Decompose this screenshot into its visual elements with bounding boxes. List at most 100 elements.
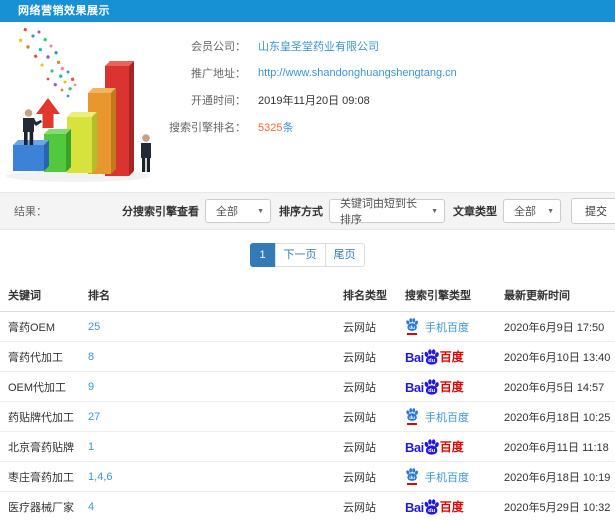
article-type-label: 文章类型 xyxy=(453,206,497,218)
svg-text:du: du xyxy=(428,508,436,514)
rank-type-cell: 云网站 xyxy=(343,371,405,402)
engine-cell: du 手机百度 xyxy=(405,461,504,492)
baidu-paw-icon: du xyxy=(424,349,439,365)
promo-url-link[interactable]: http://www.shandonghuangshengtang.cn xyxy=(258,67,457,79)
open-time-value: 2019年11月20日 09:08 xyxy=(258,94,370,107)
info-rows: 会员公司： 山东皇圣堂药业有限公司 推广地址： http://www.shand… xyxy=(168,32,457,140)
baidu-paw-icon: du xyxy=(405,318,419,335)
engine-cell: du 手机百度 xyxy=(405,401,504,432)
table-row: 医疗器械厂家 4 云网站 Bai du 百度 2020年5月29日 10:32 xyxy=(0,491,615,520)
svg-text:du: du xyxy=(409,475,415,481)
result-label: 结果： xyxy=(14,206,47,218)
table-row: 药贴牌代加工 27 云网站 du 手机百度 2020年6月18日 10:25 xyxy=(0,401,615,432)
rank-link[interactable]: 8 xyxy=(88,341,343,372)
baidu-pc-logo: Bai du 百度 xyxy=(405,348,464,365)
mobile-baidu-label: 手机百度 xyxy=(425,471,469,484)
company-label: 会员公司： xyxy=(191,40,246,53)
table-row: OEM代加工 9 云网站 Bai du 百度 2020年6月5日 14:57 xyxy=(0,371,615,402)
col-updated: 最新更新时间 xyxy=(504,279,615,312)
rank-link[interactable]: 25 xyxy=(88,311,343,342)
rank-link[interactable]: 1,4,6 xyxy=(88,461,343,492)
svg-text:du: du xyxy=(428,388,436,394)
open-time-row: 开通时间： 2019年11月20日 09:08 xyxy=(168,86,457,113)
baidu-bai-text: Bai xyxy=(405,350,424,365)
rank-unit: 条 xyxy=(282,121,294,134)
rank-link[interactable]: 4 xyxy=(88,491,343,520)
baidu-bai-text: Bai xyxy=(405,500,424,515)
engine-select[interactable]: 全部 ▼ xyxy=(205,199,271,223)
engine-cell: Bai du 百度 xyxy=(405,341,504,372)
svg-text:du: du xyxy=(409,415,415,421)
sort-select-value: 关键词由短到长排序 xyxy=(340,198,417,226)
engine-rank-row: 搜索引擎排名： 5325条 xyxy=(168,113,457,140)
businessman-left xyxy=(23,109,42,145)
svg-text:du: du xyxy=(428,358,436,364)
keyword-cell: OEM代加工 xyxy=(0,371,88,402)
page-current[interactable]: 1 xyxy=(249,243,276,267)
keyword-cell: 北京膏药贴牌 xyxy=(0,431,88,462)
baidu-bai-text: Bai xyxy=(405,440,424,455)
table-body: 膏药OEM 25 云网站 du 手机百度 2020年6月9日 17:50 膏药代… xyxy=(0,311,615,520)
engine-cell: du 手机百度 xyxy=(405,311,504,342)
page-next[interactable]: 下一页 xyxy=(274,243,326,267)
chevron-down-icon: ▼ xyxy=(547,207,554,215)
rank-link[interactable]: 9 xyxy=(88,371,343,402)
baidu-cn-text: 百度 xyxy=(439,500,464,514)
mobile-baidu-label: 手机百度 xyxy=(425,321,469,334)
updated-cell: 2020年6月18日 10:25 xyxy=(504,401,615,432)
results-table: 关键词 排名 排名类型 搜索引擎类型 最新更新时间 膏药OEM 25 云网站 d… xyxy=(0,279,615,520)
baidu-mobile-logo: du 手机百度 xyxy=(405,468,469,485)
baidu-cn-text: 百度 xyxy=(439,380,464,394)
red-underline xyxy=(407,483,417,485)
info-section: 会员公司： 山东皇圣堂药业有限公司 推广地址： http://www.shand… xyxy=(0,22,615,188)
svg-text:du: du xyxy=(409,325,415,331)
engine-cell: Bai du 百度 xyxy=(405,491,504,520)
baidu-bai-text: Bai xyxy=(405,380,424,395)
article-type-select[interactable]: 全部 ▼ xyxy=(503,199,561,223)
filter-group: 分搜索引擎查看 全部 ▼ 排序方式 关键词由短到长排序 ▼ 文章类型 全部 ▼ … xyxy=(114,198,615,226)
baidu-mobile-logo: du 手机百度 xyxy=(405,408,469,425)
page-last[interactable]: 尾页 xyxy=(324,243,365,267)
keyword-cell: 药贴牌代加工 xyxy=(0,401,88,432)
mobile-baidu-label: 手机百度 xyxy=(425,411,469,424)
baidu-paw-icon: du xyxy=(405,468,419,485)
svg-text:du: du xyxy=(428,448,436,454)
open-time-label: 开通时间： xyxy=(191,94,246,107)
keyword-cell: 医疗器械厂家 xyxy=(0,491,88,520)
baidu-pc-logo: Bai du 百度 xyxy=(405,498,464,515)
confetti-dots xyxy=(18,27,77,98)
table-row: 枣庄膏药加工 1,4,6 云网站 du 手机百度 2020年6月18日 10:1… xyxy=(0,461,615,492)
col-rank-type: 排名类型 xyxy=(343,279,405,312)
engine-select-value: 全部 xyxy=(216,206,238,218)
updated-cell: 2020年6月10日 13:40 xyxy=(504,341,615,372)
sort-select[interactable]: 关键词由短到长排序 ▼ xyxy=(329,198,445,226)
red-underline xyxy=(407,333,417,335)
rank-type-cell: 云网站 xyxy=(343,491,405,520)
filter-bar: 结果： 分搜索引擎查看 全部 ▼ 排序方式 关键词由短到长排序 ▼ 文章类型 全… xyxy=(0,192,615,230)
baidu-paw-icon: du xyxy=(424,499,439,515)
submit-button[interactable]: 提交 xyxy=(571,198,615,224)
engine-filter-label: 分搜索引擎查看 xyxy=(122,206,199,218)
businessman-right xyxy=(141,134,151,172)
article-type-value: 全部 xyxy=(514,206,536,218)
updated-cell: 2020年6月9日 17:50 xyxy=(504,311,615,342)
bar-chart-illustration xyxy=(6,27,151,182)
baidu-pc-logo: Bai du 百度 xyxy=(405,378,464,395)
engine-cell: Bai du 百度 xyxy=(405,371,504,402)
baidu-paw-icon: du xyxy=(424,439,439,455)
updated-cell: 2020年5月29日 10:32 xyxy=(504,491,615,520)
rank-type-cell: 云网站 xyxy=(343,461,405,492)
rank-link[interactable]: 1 xyxy=(88,431,343,462)
updated-cell: 2020年6月11日 11:18 xyxy=(504,431,615,462)
company-row: 会员公司： 山东皇圣堂药业有限公司 xyxy=(168,32,457,59)
keyword-cell: 膏药OEM xyxy=(0,311,88,342)
page-title: 网络营销效果展示 xyxy=(18,5,110,17)
keyword-cell: 膏药代加工 xyxy=(0,341,88,372)
promo-url-row: 推广地址： http://www.shandonghuangshengtang.… xyxy=(168,59,457,86)
company-link[interactable]: 山东皇圣堂药业有限公司 xyxy=(258,38,379,54)
baidu-paw-icon: du xyxy=(424,379,439,395)
baidu-pc-logo: Bai du 百度 xyxy=(405,438,464,455)
baidu-mobile-logo: du 手机百度 xyxy=(405,318,469,335)
engine-rank-label: 搜索引擎排名： xyxy=(169,121,246,134)
rank-link[interactable]: 27 xyxy=(88,401,343,432)
